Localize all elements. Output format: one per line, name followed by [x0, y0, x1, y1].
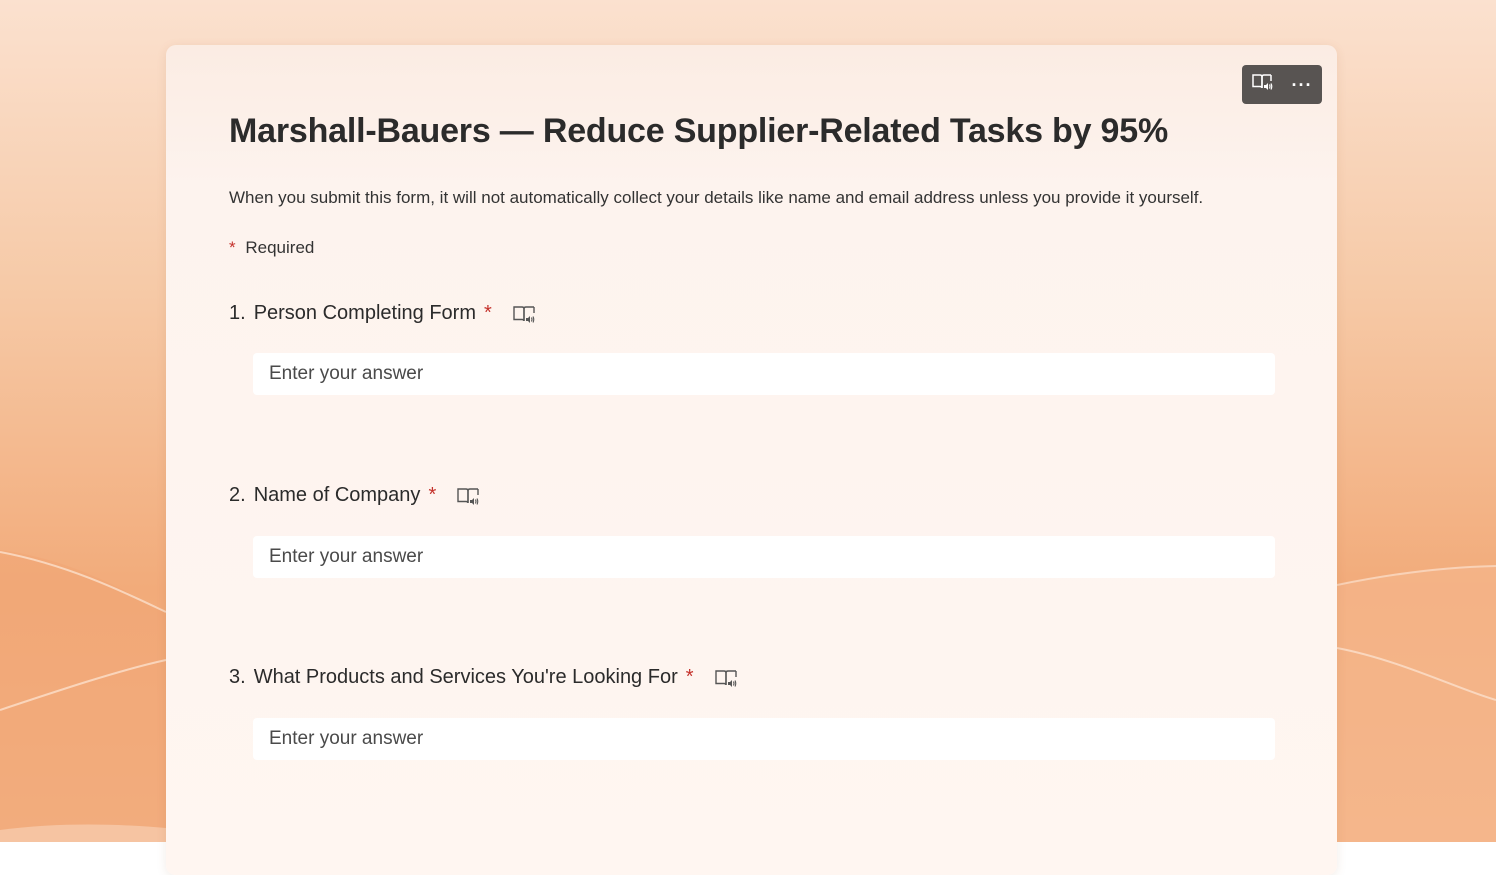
immersive-reader-icon[interactable] — [456, 485, 480, 507]
question-1-label: 1. Person Completing Form * — [229, 302, 536, 325]
required-label: Required — [245, 238, 315, 257]
more-options-icon: ··· — [1291, 74, 1313, 95]
required-note: * Required — [229, 238, 314, 258]
required-star: * — [428, 484, 437, 506]
immersive-reader-icon[interactable] — [714, 667, 738, 689]
immersive-reader-icon[interactable] — [512, 303, 536, 325]
question-2-label: 2. Name of Company * — [229, 484, 480, 507]
answer-input-products[interactable] — [253, 718, 1275, 760]
immersive-reader-icon — [1251, 72, 1273, 97]
question-text: Name of Company — [253, 484, 421, 506]
answer-input-company[interactable] — [253, 536, 1275, 578]
question-number: 3. — [229, 666, 246, 688]
immersive-reader-button[interactable] — [1242, 65, 1282, 104]
answer-input-person[interactable] — [253, 353, 1275, 395]
question-number: 2. — [229, 484, 246, 506]
question-3-label: 3. What Products and Services You're Loo… — [229, 666, 738, 689]
required-star: * — [484, 302, 492, 324]
more-options-button[interactable]: ··· — [1282, 65, 1322, 104]
required-star: * — [229, 238, 236, 257]
form-toolbar: ··· — [1242, 65, 1322, 104]
form-title: Marshall-Bauers — Reduce Supplier-Relate… — [229, 112, 1169, 150]
question-number: 1. — [229, 302, 246, 324]
question-text: Person Completing Form — [253, 302, 476, 324]
form-description: When you submit this form, it will not a… — [229, 188, 1204, 207]
question-text: What Products and Services You're Lookin… — [253, 666, 678, 688]
required-star: * — [685, 666, 694, 688]
